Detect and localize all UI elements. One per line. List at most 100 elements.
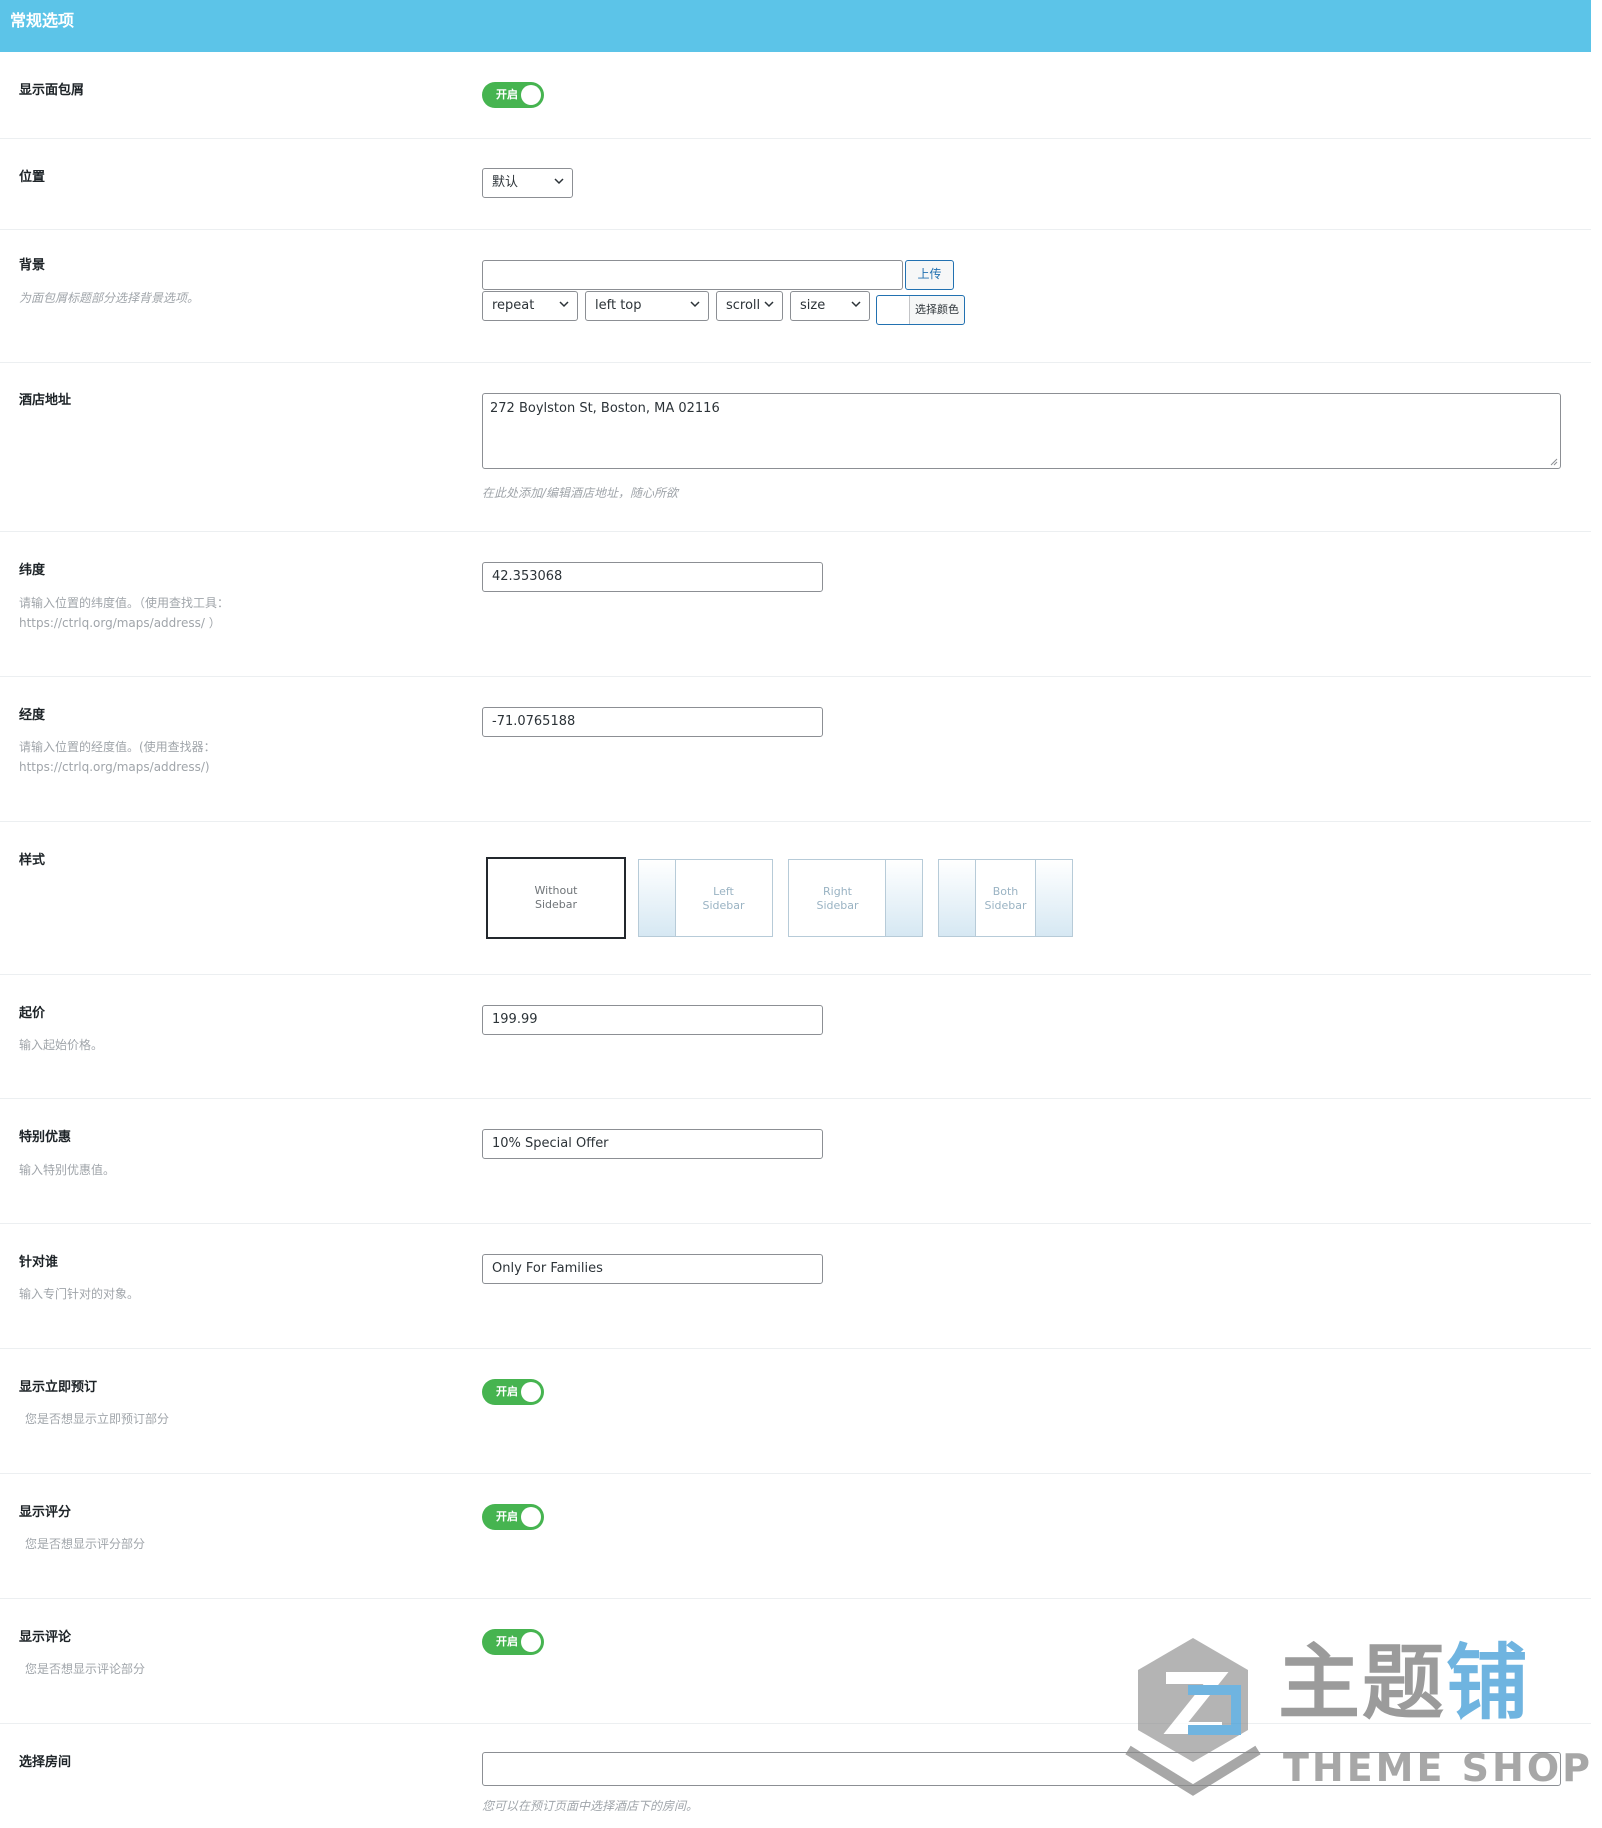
- row-position: 位置 默认: [0, 139, 1591, 230]
- book-now-desc: 您是否想显示立即预订部分: [25, 1412, 170, 1426]
- background-image-input[interactable]: [482, 260, 903, 290]
- latitude-desc: 请输入位置的纬度值。（使用查找工具：: [19, 596, 230, 610]
- sidebar-preview: [939, 860, 976, 936]
- comments-toggle[interactable]: 开启: [482, 1629, 544, 1655]
- sidebar-preview: [885, 860, 922, 936]
- layout-caption: Left: [713, 885, 734, 898]
- select-color-button[interactable]: 选择颜色: [876, 295, 965, 325]
- layout-without-sidebar[interactable]: Without Sidebar: [486, 857, 626, 939]
- resize-handle-icon[interactable]: [1550, 458, 1558, 466]
- breadcrumb-toggle[interactable]: 开启: [482, 82, 544, 108]
- address-value: 272 Boylston St, Boston, MA 02116: [490, 401, 720, 416]
- layout-caption: Sidebar: [534, 898, 578, 911]
- offer-desc: 输入特别优惠值。: [19, 1163, 116, 1177]
- rating-label: 显示评分: [19, 1505, 72, 1520]
- row-offer: 特别优惠 输入特别优惠值。 10% Special Offer: [0, 1099, 1591, 1224]
- target-label: 针对谁: [19, 1255, 59, 1270]
- toggle-knob: [521, 85, 541, 105]
- price-input[interactable]: 199.99: [482, 1005, 823, 1035]
- background-size-select[interactable]: size: [790, 291, 870, 321]
- target-desc: 输入专门针对的对象。: [19, 1287, 140, 1301]
- address-textarea[interactable]: 272 Boylston St, Boston, MA 02116: [482, 393, 1561, 469]
- breadcrumb-label: 显示面包屑: [19, 83, 85, 98]
- upload-button[interactable]: 上传: [905, 260, 954, 290]
- row-address: 酒店地址 272 Boylston St, Boston, MA 02116 在…: [0, 363, 1591, 532]
- watermark-logo: 主题铺 THEME SHOP: [1118, 1630, 1590, 1800]
- row-latitude: 纬度 请输入位置的纬度值。（使用查找工具： https://ctrlq.org/…: [0, 532, 1591, 677]
- toggle-knob: [521, 1382, 541, 1402]
- latitude-input[interactable]: 42.353068: [482, 562, 823, 592]
- position-label: 位置: [19, 170, 46, 185]
- row-rating: 显示评分 您是否想显示评分部分 开启: [0, 1474, 1591, 1599]
- watermark-cn-blue: 铺: [1446, 1636, 1531, 1731]
- watermark-cn-text: 主题铺: [1278, 1636, 1530, 1732]
- toggle-on-label: 开启: [496, 1510, 518, 1523]
- latitude-label: 纬度: [19, 563, 46, 578]
- rating-toggle[interactable]: 开启: [482, 1504, 544, 1530]
- rooms-label: 选择房间: [19, 1755, 72, 1770]
- section-title: 常规选项: [10, 11, 75, 30]
- sidebar-preview: [1035, 860, 1072, 936]
- attachment-value: scroll: [726, 298, 761, 313]
- address-desc: 在此处添加/编辑酒店地址，随心所欲: [482, 486, 679, 500]
- toggle-on-label: 开启: [496, 88, 518, 101]
- layout-caption: Without: [534, 884, 578, 897]
- longitude-desc: 请输入位置的经度值。(使用查找器：: [19, 740, 216, 754]
- color-swatch: [877, 296, 910, 324]
- offer-label: 特别优惠: [19, 1130, 72, 1145]
- row-book-now: 显示立即预订 您是否想显示立即预订部分 开启: [0, 1349, 1591, 1474]
- chevron-down-icon: [559, 301, 569, 308]
- background-repeat-select[interactable]: repeat: [482, 291, 578, 321]
- offer-input[interactable]: 10% Special Offer: [482, 1129, 823, 1159]
- toggle-knob: [521, 1507, 541, 1527]
- chevron-down-icon: [690, 301, 700, 308]
- position-select-value: 默认: [492, 175, 519, 190]
- longitude-input[interactable]: -71.0765188: [482, 707, 823, 737]
- price-label: 起价: [19, 1006, 46, 1021]
- layout-caption: Sidebar: [984, 899, 1027, 912]
- background-label: 背景: [19, 258, 46, 273]
- position-select[interactable]: 默认: [482, 168, 573, 198]
- layout-caption: Sidebar: [702, 899, 745, 912]
- comments-desc: 您是否想显示评论部分: [25, 1662, 146, 1676]
- price-desc: 输入起始价格。: [19, 1038, 104, 1052]
- background-position-select[interactable]: left top: [585, 291, 709, 321]
- layout-caption: Right: [823, 885, 852, 898]
- sidebar-preview: [639, 860, 676, 936]
- background-attachment-select[interactable]: scroll: [716, 291, 783, 321]
- row-longitude: 经度 请输入位置的经度值。(使用查找器： https://ctrlq.org/m…: [0, 677, 1591, 822]
- layout-caption: Sidebar: [816, 899, 859, 912]
- size-value: size: [800, 298, 826, 313]
- row-target: 针对谁 输入专门针对的对象。 Only For Families: [0, 1224, 1591, 1349]
- row-breadcrumb: 显示面包屑 开启: [0, 52, 1591, 139]
- longitude-label: 经度: [19, 708, 46, 723]
- book-now-toggle[interactable]: 开启: [482, 1379, 544, 1405]
- row-style: 样式 Without Sidebar Left Sidebar Right Si…: [0, 822, 1591, 975]
- select-color-label: 选择颜色: [915, 303, 959, 316]
- style-label: 样式: [19, 853, 46, 868]
- chevron-down-icon: [851, 301, 861, 308]
- theme-shop-logo-icon: [1125, 1638, 1261, 1796]
- background-desc: 为面包屑标题部分选择背景选项。: [19, 291, 200, 305]
- chevron-down-icon: [764, 301, 774, 308]
- repeat-value: repeat: [492, 298, 535, 313]
- layout-left-sidebar[interactable]: Left Sidebar: [638, 859, 773, 937]
- target-input[interactable]: Only For Families: [482, 1254, 823, 1284]
- toggle-knob: [521, 1632, 541, 1652]
- toggle-on-label: 开启: [496, 1385, 518, 1398]
- rooms-desc: 您可以在预订页面中选择酒店下的房间。: [482, 1799, 699, 1813]
- address-label: 酒店地址: [19, 393, 72, 408]
- layout-caption: Both: [992, 885, 1019, 898]
- chevron-down-icon: [554, 178, 564, 185]
- row-background: 背景 为面包屑标题部分选择背景选项。 上传 repeat left top sc…: [0, 230, 1591, 363]
- row-price: 起价 输入起始价格。 199.99: [0, 975, 1591, 1099]
- toggle-on-label: 开启: [496, 1635, 518, 1648]
- layout-right-sidebar[interactable]: Right Sidebar: [788, 859, 923, 937]
- section-header: 常规选项: [0, 0, 1591, 52]
- longitude-desc-url: https://ctrlq.org/maps/address/): [19, 760, 210, 774]
- position-value: left top: [595, 298, 642, 313]
- watermark-cn-gray: 主题: [1278, 1636, 1447, 1731]
- rating-desc: 您是否想显示评分部分: [25, 1537, 146, 1551]
- latitude-desc-url: https://ctrlq.org/maps/address/ ）: [19, 616, 221, 630]
- layout-both-sidebar[interactable]: Both Sidebar: [938, 859, 1073, 937]
